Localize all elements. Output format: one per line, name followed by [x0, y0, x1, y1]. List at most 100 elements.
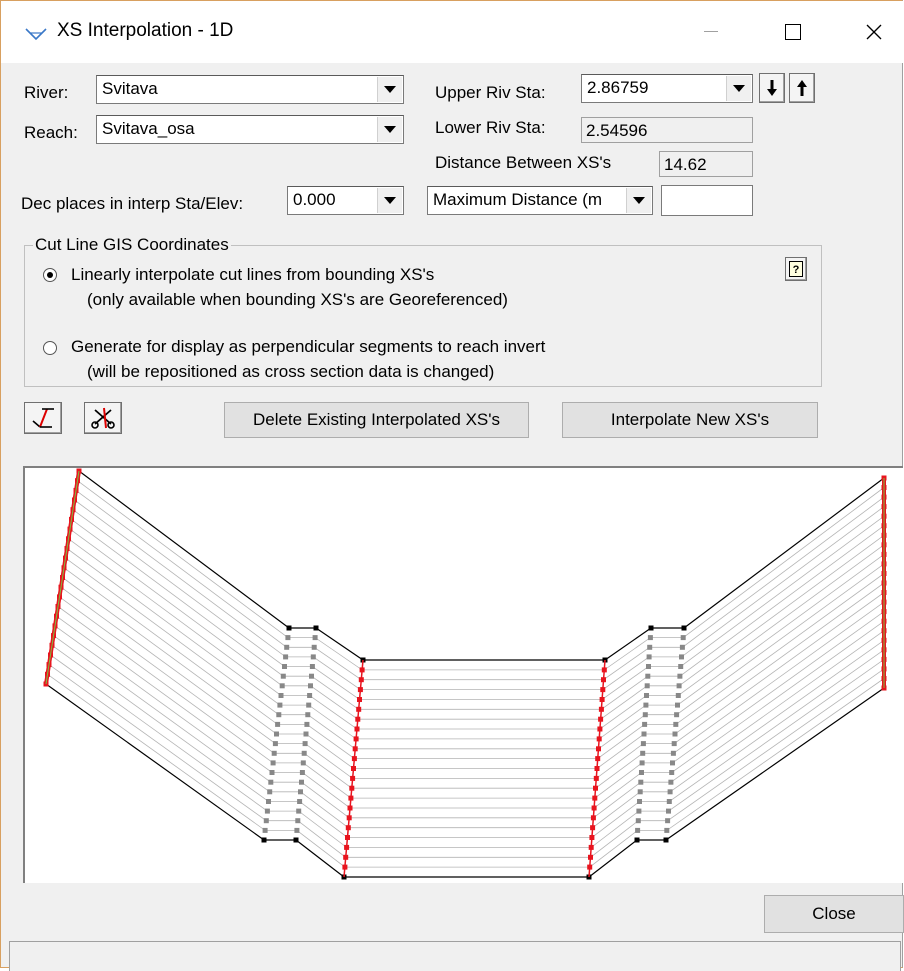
xs-point — [639, 760, 645, 766]
dec-places-label: Dec places in interp Sta/Elev: — [21, 194, 244, 213]
xs-point — [678, 664, 684, 669]
xs-point — [670, 760, 675, 766]
interpolated-xs-line — [75, 490, 885, 681]
upper-riv-sta-value: 2.86759 — [587, 78, 649, 97]
xs-point — [302, 741, 308, 747]
title-bar: XS Interpolation - 1D — [1, 1, 903, 63]
river-icon — [25, 28, 47, 41]
river-label: River: — [24, 83, 69, 102]
option-linear-label[interactable]: Linearly interpolate cut lines from boun… — [71, 265, 434, 285]
xs-point — [299, 779, 304, 785]
up-arrow-icon — [797, 80, 807, 96]
close-button[interactable]: Close — [764, 895, 904, 933]
help-button[interactable]: ? — [785, 257, 807, 281]
xs-point — [677, 673, 683, 679]
xs-point — [675, 702, 680, 708]
xs-point — [269, 770, 275, 775]
option-linear-radio[interactable] — [43, 268, 57, 282]
xs-point — [274, 731, 279, 737]
dec-places-select[interactable]: 0.000 — [287, 186, 404, 215]
xs-point — [673, 721, 679, 727]
next-station-up-button[interactable] — [789, 73, 815, 103]
xs-point — [301, 750, 307, 756]
xs-point — [646, 654, 652, 660]
xs-point — [266, 799, 271, 804]
xs-point — [646, 664, 651, 669]
xs-point — [285, 635, 291, 641]
chevron-down-icon[interactable] — [377, 117, 402, 142]
minimize-button[interactable] — [683, 1, 739, 63]
down-arrow-icon — [767, 80, 777, 96]
chevron-down-icon[interactable] — [377, 77, 402, 102]
xs-point — [300, 760, 306, 766]
xs-point — [640, 750, 646, 756]
xs-point — [264, 808, 270, 814]
interpolate-button[interactable]: Interpolate New XS's — [562, 402, 818, 438]
distance-field: 14.62 — [659, 151, 753, 177]
xs-point — [297, 799, 303, 804]
interpolated-xs-line — [63, 567, 885, 760]
max-distance-input[interactable] — [661, 185, 753, 216]
xs-point — [676, 683, 682, 689]
xs-point — [309, 664, 315, 669]
xs-point — [640, 741, 646, 747]
interpolated-xs-line — [62, 577, 885, 769]
river-select[interactable]: Svitava — [96, 75, 404, 104]
option-perpendicular-radio[interactable] — [43, 341, 57, 355]
xs-point — [307, 693, 313, 698]
draw-line-icon — [32, 408, 54, 428]
xs-point — [634, 837, 640, 843]
xs-point — [275, 721, 281, 727]
max-distance-select[interactable]: Maximum Distance (m — [427, 186, 653, 215]
upper-riv-sta-label: Upper Riv Sta: — [435, 83, 546, 102]
xs-point — [645, 673, 651, 679]
xs-point — [294, 827, 300, 833]
draw-cut-line-button[interactable] — [24, 402, 62, 434]
edge-highlight-line — [45, 470, 80, 685]
chevron-down-icon[interactable] — [726, 76, 751, 101]
svg-text:?: ? — [793, 264, 800, 276]
interpolated-xs-line — [68, 538, 885, 730]
xs-point — [665, 818, 671, 824]
next-station-down-button[interactable] — [759, 73, 785, 103]
delete-interpolated-button[interactable]: Delete Existing Interpolated XS's — [224, 402, 529, 438]
xs-point — [672, 731, 678, 737]
option-perpendicular-note: (will be repositioned as cross section d… — [87, 362, 495, 381]
reach-select[interactable]: Svitava_osa — [96, 115, 404, 144]
interpolated-xs-line — [77, 480, 885, 671]
xs-point — [637, 789, 643, 795]
maximize-button[interactable] — [765, 1, 821, 63]
xs-point — [647, 644, 653, 650]
xs-point — [262, 827, 268, 833]
xs-point — [293, 837, 299, 843]
xs-point — [644, 693, 649, 698]
xs-point — [296, 808, 302, 814]
xs-point — [671, 741, 677, 747]
delete-cut-line-button[interactable] — [84, 402, 122, 434]
xs-point — [308, 683, 313, 689]
close-icon — [866, 24, 882, 40]
close-window-button[interactable] — [846, 1, 902, 63]
interpolated-xs-line — [50, 654, 885, 848]
bounding-xs-line — [45, 683, 885, 878]
upper-riv-sta-select[interactable]: 2.86759 — [581, 74, 753, 103]
xs-point — [267, 789, 273, 795]
reach-label: Reach: — [24, 123, 78, 142]
xs-point — [277, 702, 283, 708]
xs-point — [670, 750, 676, 756]
cut-line-group-title: Cut Line GIS Coordinates — [33, 235, 231, 255]
option-perpendicular-label[interactable]: Generate for display as perpendicular se… — [71, 337, 545, 357]
interpolated-xs-line — [59, 596, 885, 789]
xs-point — [311, 644, 317, 650]
maximize-icon — [785, 24, 801, 40]
xs-point — [309, 673, 314, 679]
chevron-down-icon[interactable] — [626, 188, 651, 213]
interpolated-xs-line — [51, 644, 885, 838]
interpolated-xs-line — [66, 548, 885, 740]
interpolated-xs-line — [48, 664, 885, 858]
xs-point — [663, 837, 669, 843]
xs-point — [278, 693, 284, 698]
chevron-down-icon[interactable] — [377, 188, 402, 213]
xs-point — [644, 683, 650, 689]
xs-point — [279, 683, 285, 689]
